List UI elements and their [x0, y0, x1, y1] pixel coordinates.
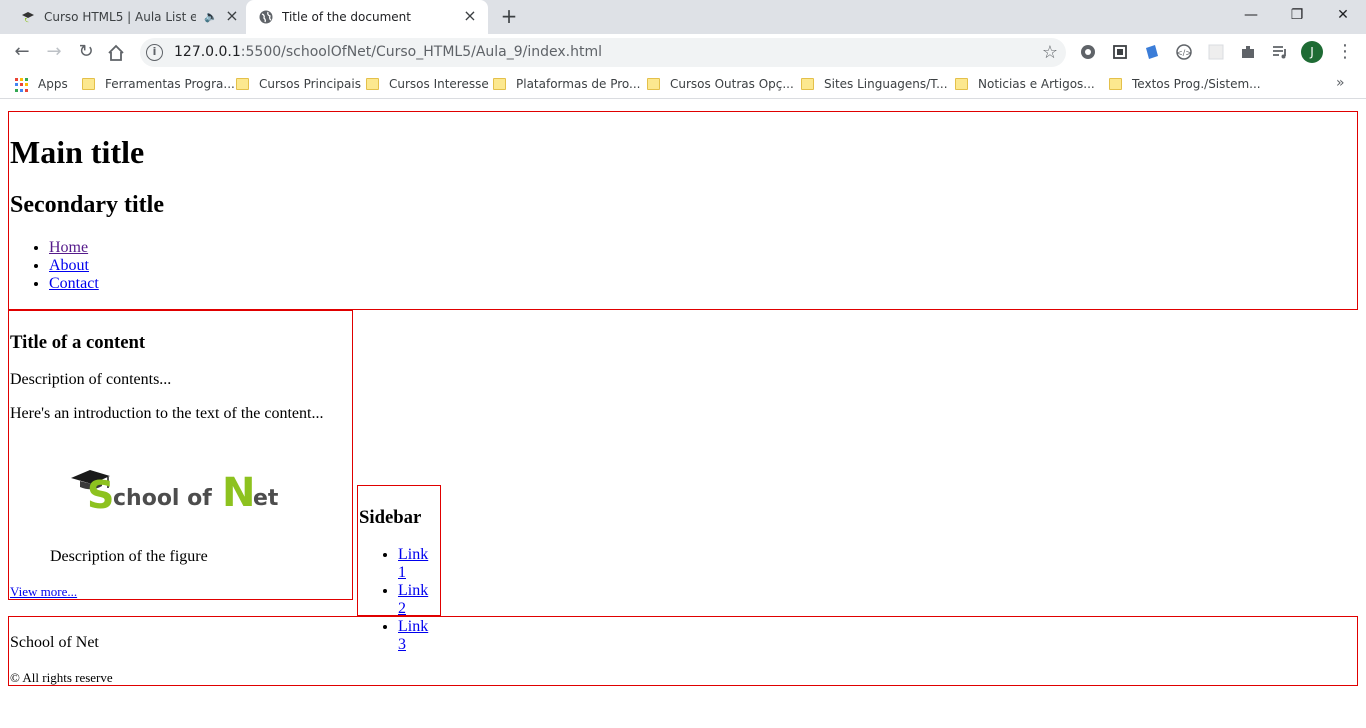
sidebar-item: Link 2 — [398, 582, 440, 618]
close-tab-icon[interactable]: × — [224, 8, 240, 24]
footer-site-name: School of Net — [10, 634, 99, 651]
bookmarks-overflow-icon[interactable]: » — [1336, 75, 1345, 91]
tab-title-of-the-document[interactable]: Title of the document × — [246, 0, 488, 34]
new-tab-button[interactable]: + — [498, 6, 520, 28]
nav-item-contact: Contact — [49, 275, 99, 293]
article-title: Title of a content — [10, 332, 146, 353]
menu-kebab-icon[interactable]: ⋮ — [1336, 41, 1354, 63]
sidebar-link-1[interactable]: Link 1 — [398, 546, 428, 581]
site-info-icon[interactable]: i — [146, 44, 163, 61]
folder-icon — [236, 78, 249, 90]
article-description: Description of contents... — [10, 371, 172, 388]
apps-grid-icon — [15, 78, 29, 92]
main-nav: Home About Contact — [9, 239, 99, 293]
screenshot-extension-icon[interactable] — [1111, 43, 1129, 61]
nav-item-about: About — [49, 257, 99, 275]
content-article: Title of a content Description of conten… — [8, 310, 353, 600]
tab-title: Curso HTML5 | Aula List e tra — [44, 10, 196, 24]
svg-text:et: et — [253, 486, 279, 511]
school-of-net-favicon-icon — [22, 12, 34, 23]
nav-link-contact[interactable]: Contact — [49, 275, 99, 292]
page-header: Main title Secondary title Home About Co… — [8, 111, 1358, 310]
folder-icon — [82, 78, 95, 90]
close-tab-icon[interactable]: × — [462, 8, 478, 24]
minimize-button[interactable]: — — [1228, 0, 1274, 30]
secondary-title: Secondary title — [10, 192, 164, 218]
folder-icon — [493, 78, 506, 90]
bookmarks-bar: Apps Ferramentas Progra... Cursos Princi… — [0, 70, 1366, 99]
figure-caption: Description of the figure — [50, 548, 208, 565]
nav-link-home[interactable]: Home — [49, 239, 88, 256]
extension-gear-icon[interactable] — [1079, 43, 1097, 61]
svg-text:N: N — [222, 470, 255, 512]
forward-arrow-icon[interactable]: → — [42, 41, 66, 65]
folder-icon — [801, 78, 814, 90]
tab-curso-html5[interactable]: Curso HTML5 | Aula List e tra 🔈 × — [8, 0, 246, 34]
book-extension-icon[interactable] — [1143, 43, 1161, 61]
sidebar-item: Link 1 — [398, 546, 440, 582]
profile-avatar[interactable]: J — [1301, 41, 1323, 63]
tab-title: Title of the document — [282, 10, 411, 24]
footer-copyright: © All rights reserve — [10, 670, 113, 685]
speaker-icon[interactable]: 🔈 — [204, 10, 218, 23]
puzzle-extensions-icon[interactable] — [1239, 43, 1257, 61]
svg-text:</>: </> — [1176, 49, 1192, 58]
view-more-link[interactable]: View more... — [10, 584, 77, 600]
close-window-button[interactable]: ✕ — [1320, 0, 1366, 30]
sidebar: Sidebar Link 1 Link 2 Link 3 — [357, 485, 441, 653]
reload-icon[interactable]: ↻ — [74, 41, 98, 65]
code-extension-icon[interactable]: </> — [1175, 43, 1193, 61]
nav-item-home: Home — [49, 239, 99, 257]
url-text[interactable]: 127.0.0.1:5500/schoolOfNet/Curso_HTML5/A… — [174, 44, 602, 60]
back-arrow-icon[interactable]: ← — [10, 41, 34, 65]
globe-icon — [259, 10, 273, 24]
address-bar[interactable]: i 127.0.0.1:5500/schoolOfNet/Curso_HTML5… — [140, 38, 1066, 67]
sidebar-link-2[interactable]: Link 2 — [398, 582, 428, 617]
media-queue-icon[interactable] — [1271, 43, 1289, 61]
main-title: Main title — [10, 134, 145, 170]
nav-link-about[interactable]: About — [49, 257, 89, 274]
article-intro: Here's an introduction to the text of th… — [10, 405, 324, 422]
restore-button[interactable]: ❐ — [1274, 0, 1320, 30]
bookmark-star-icon[interactable]: ☆ — [1042, 42, 1058, 63]
browser-toolbar: ← → ↻ i 127.0.0.1:5500/schoolOfNet/Curso… — [0, 34, 1366, 70]
sidebar-title: Sidebar — [359, 507, 422, 528]
folder-icon — [955, 78, 968, 90]
folder-icon — [1109, 78, 1122, 90]
svg-text:S: S — [87, 473, 114, 512]
folder-icon — [647, 78, 660, 90]
tab-strip: Curso HTML5 | Aula List e tra 🔈 × Title … — [0, 0, 1366, 34]
svg-text:chool of: chool of — [113, 486, 219, 511]
page-viewport: Main title Secondary title Home About Co… — [0, 100, 1366, 728]
school-of-net-logo: S chool of N et — [71, 470, 279, 512]
page-footer: School of Net © All rights reserve — [8, 616, 1358, 686]
blank-extension-icon[interactable] — [1207, 43, 1225, 61]
folder-icon — [366, 78, 379, 90]
home-icon[interactable] — [106, 43, 126, 63]
